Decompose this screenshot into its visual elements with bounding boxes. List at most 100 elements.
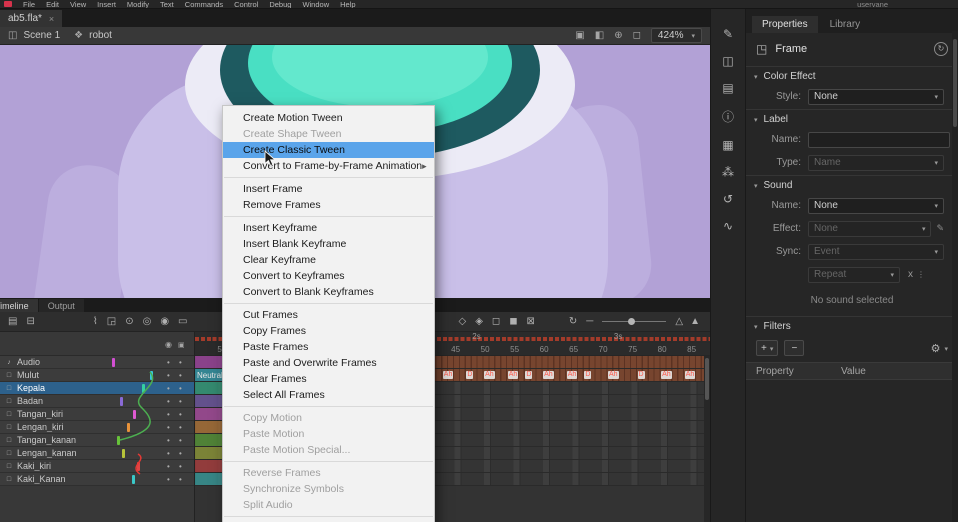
puppet-pin-icon[interactable]: ⁂ [722,165,734,179]
layer-row-lengan-kiri[interactable]: □Lengan_kiri [0,421,194,434]
tab-timeline[interactable]: Timeline [0,299,38,312]
layer-visibility-dot[interactable] [167,460,170,473]
app-logo-icon[interactable] [4,1,12,7]
layer-visibility-dot[interactable] [167,395,170,408]
scrollbar-thumb[interactable] [705,358,709,400]
user-account[interactable]: uservane [857,0,888,9]
context-item-insert-blank-keyframe[interactable]: Insert Blank Keyframe [223,236,434,252]
context-item-cut-frames[interactable]: Cut Frames [223,307,434,323]
label-header[interactable]: Label [746,109,958,129]
menu-control[interactable]: Control [234,0,258,9]
zoom-select[interactable]: 424% [651,28,702,43]
context-item-convert-to-blank-keyframes[interactable]: Convert to Blank Keyframes [223,284,434,300]
menu-window[interactable]: Window [302,0,329,9]
add-filter-button[interactable]: + [756,340,778,356]
properties-scrollbar[interactable] [952,31,958,522]
scene-icon[interactable]: ◫ [8,30,17,41]
edit-envelope-icon[interactable] [936,223,944,234]
frame-label-input[interactable] [808,132,950,148]
zoom-in-frames-icon[interactable]: △ [675,316,683,327]
frame-size-icon[interactable]: ▲ [690,316,700,327]
frame-picker-icon[interactable]: ◫ [722,54,733,68]
insert-blank-keyframe-icon[interactable]: ◈ [475,316,483,327]
context-item-create-motion-tween[interactable]: Create Motion Tween [223,110,434,126]
new-layer-icon[interactable]: ▤ [8,316,17,327]
layer-row-tangan-kiri[interactable]: □Tangan_kiri [0,408,194,421]
style-dropdown[interactable]: None [808,89,944,105]
menu-help[interactable]: Help [340,0,355,9]
auto-keyframe-icon[interactable]: ◼ [509,316,517,327]
tab-output[interactable]: Output [39,299,84,312]
layer-lock-dot[interactable] [179,434,182,447]
context-item-insert-frame[interactable]: Insert Frame [223,181,434,197]
info-panel-icon[interactable]: ⓘ [722,108,734,125]
onion-outlines-icon[interactable]: ◉ [160,316,169,327]
layer-lock-dot[interactable] [179,356,182,369]
fill-color-icon[interactable]: ◧ [595,30,604,41]
context-item-remove-frames[interactable]: Remove Frames [223,197,434,213]
layer-row-kaki-kanan[interactable]: □Kaki_Kanan [0,473,194,486]
panel-options-icon[interactable] [934,42,948,56]
menu-view[interactable]: View [70,0,86,9]
layer-row-kepala[interactable]: □Kepala [0,382,194,395]
zoom-out-frames-icon[interactable]: ─ [586,316,593,327]
tab-properties[interactable]: Properties [752,16,818,33]
layer-lock-dot[interactable] [179,395,182,408]
camera-layer-icon[interactable]: ◲ [107,316,116,327]
show-hide-all-icon[interactable] [165,340,172,349]
outline-mode-icon[interactable]: ◻ [633,30,641,41]
color-effect-header[interactable]: Color Effect [746,66,958,86]
context-item-select-all-frames[interactable]: Select All Frames [223,387,434,403]
history-panel-icon[interactable]: ↺ [723,192,733,206]
lock-all-icon[interactable] [178,340,185,349]
layer-row-kaki-kiri[interactable]: □Kaki_kiri [0,460,194,473]
context-item-convert-to-frame-by-frame-animation[interactable]: Convert to Frame-by-Frame Animation▸ [223,158,434,174]
layer-row-mulut[interactable]: □Mulut [0,369,194,382]
layer-lock-dot[interactable] [179,473,182,486]
sound-name-dropdown[interactable]: None [808,198,944,214]
layer-lock-dot[interactable] [179,369,182,382]
close-tab-icon[interactable] [49,14,54,24]
menu-text[interactable]: Text [160,0,174,9]
remove-filter-button[interactable]: − [784,340,804,356]
menu-file[interactable]: File [23,0,35,9]
context-item-create-classic-tween[interactable]: Create Classic Tween [223,142,434,158]
filter-options-icon[interactable] [931,342,941,355]
layer-visibility-dot[interactable] [167,473,170,486]
layer-lock-dot[interactable] [179,408,182,421]
layer-visibility-dot[interactable] [167,369,170,382]
layer-lock-dot[interactable] [179,447,182,460]
insert-keyframe-icon[interactable]: ◇ [458,316,466,327]
layer-row-lengan-kanan[interactable]: □Lengan_kanan [0,447,194,460]
layer-visibility-dot[interactable] [167,434,170,447]
brush-tool-icon[interactable]: ✎ [723,27,733,41]
center-stage-icon[interactable]: ⊕ [614,30,622,41]
context-item-clear-frames[interactable]: Clear Frames [223,371,434,387]
curves-panel-icon[interactable]: ∿ [723,219,733,233]
menu-debug[interactable]: Debug [269,0,291,9]
parenting-view-icon[interactable]: ⌇ [93,316,98,327]
camera-icon[interactable]: ▣ [575,30,584,41]
layer-visibility-dot[interactable] [167,408,170,421]
repeat-stepper-icon[interactable] [917,270,925,279]
context-item-insert-keyframe[interactable]: Insert Keyframe [223,220,434,236]
timeline-zoom-slider[interactable] [602,321,666,322]
breadcrumb-symbol[interactable]: robot [89,30,112,41]
layer-row-audio[interactable]: ♪Audio [0,356,194,369]
layer-row-badan[interactable]: □Badan [0,395,194,408]
remove-frame-icon[interactable]: ⊠ [527,316,535,327]
delete-layer-icon[interactable]: ⊟ [26,316,34,327]
edit-multiple-frames-icon[interactable]: ▭ [178,316,187,327]
context-item-copy-frames[interactable]: Copy Frames [223,323,434,339]
tab-library[interactable]: Library [820,16,871,33]
context-item-paste-frames[interactable]: Paste Frames [223,339,434,355]
layer-lock-dot[interactable] [179,382,182,395]
symbol-icon[interactable]: ❖ [74,30,83,41]
layer-visibility-dot[interactable] [167,447,170,460]
breadcrumb-scene[interactable]: Scene 1 [23,30,60,41]
filters-header[interactable]: Filters [746,316,958,336]
layer-row-tangan-kanan[interactable]: □Tangan_kanan [0,434,194,447]
menu-insert[interactable]: Insert [97,0,116,9]
onion-skin-icon[interactable]: ◎ [143,316,152,327]
slider-thumb[interactable] [628,318,635,325]
